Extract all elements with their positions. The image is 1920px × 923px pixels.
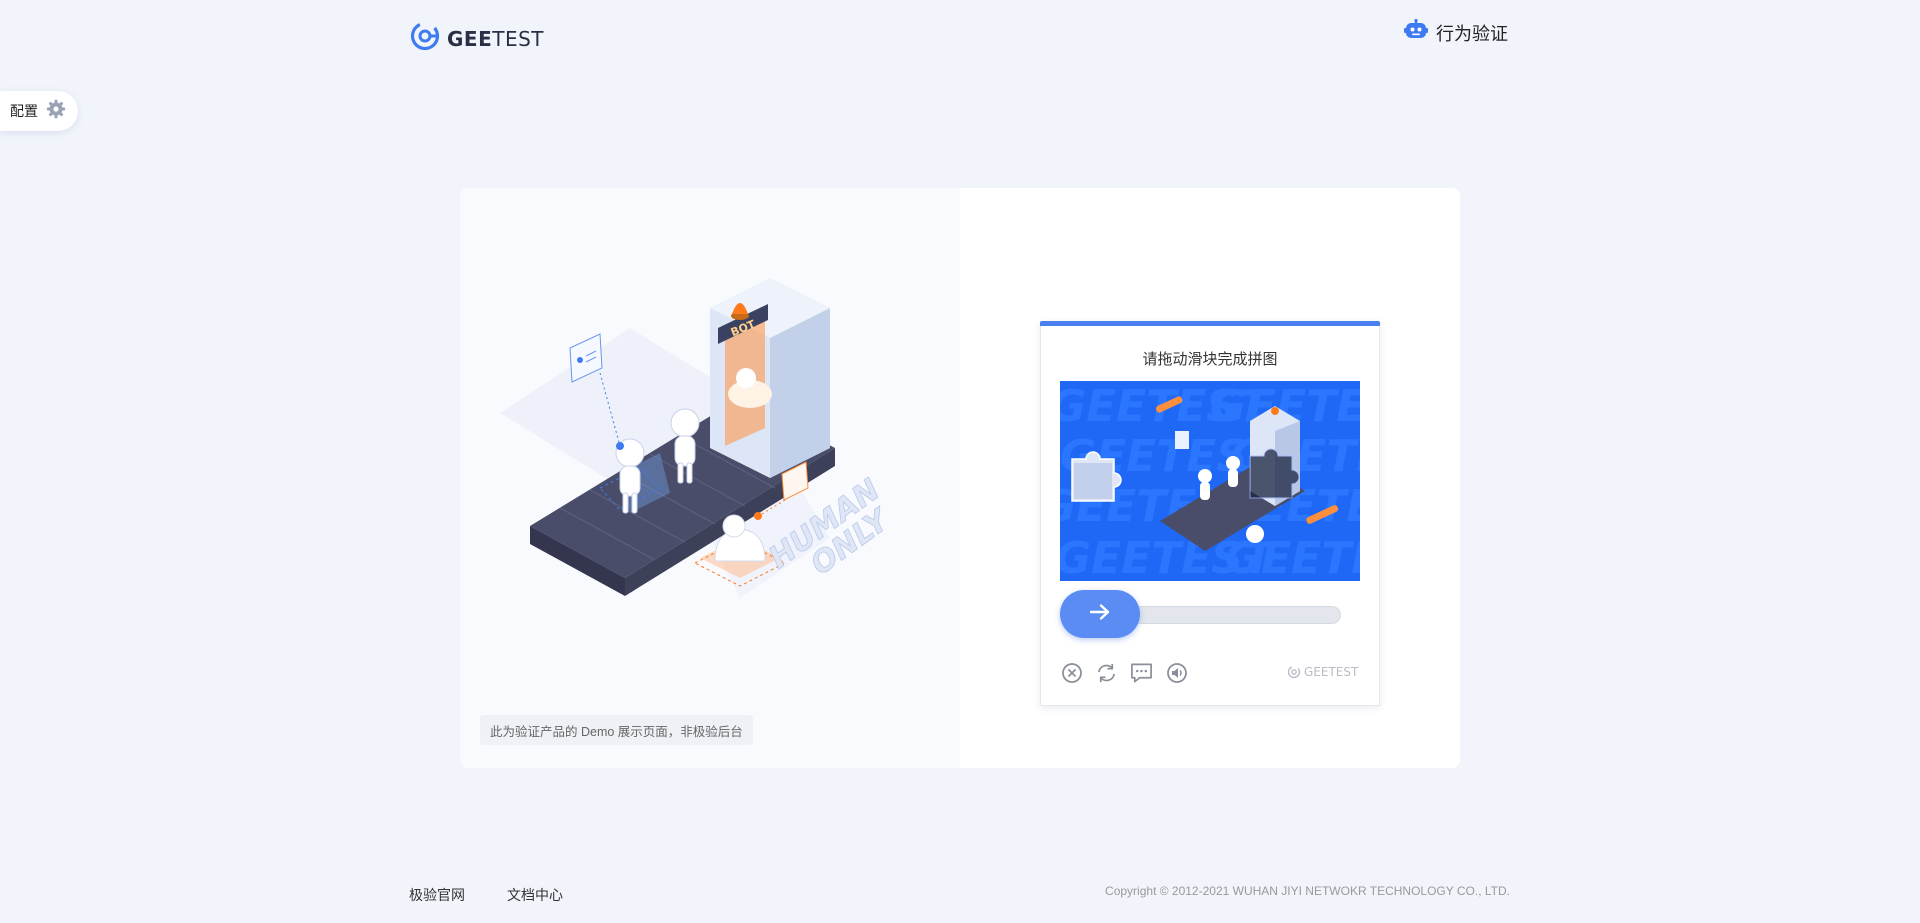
robot-icon [1404, 18, 1428, 47]
captcha-brand-text: GEETEST [1304, 665, 1359, 679]
demo-disclaimer: 此为验证产品的 Demo 展示页面，非极验后台 [480, 715, 753, 745]
behavior-verification-link[interactable]: 行为验证 [1404, 18, 1508, 47]
footer-links: 极验官网 文档中心 [409, 885, 563, 905]
captcha-toolbar [1060, 661, 1188, 684]
arrow-right-icon [1089, 603, 1111, 626]
config-label: 配置 [10, 103, 38, 119]
close-icon [1061, 662, 1082, 683]
captcha-accent-bar [1040, 321, 1380, 326]
geetest-logo[interactable]: GEETEST [409, 20, 544, 57]
gear-icon [46, 99, 66, 124]
refresh-icon [1097, 663, 1116, 682]
official-site-link[interactable]: 极验官网 [409, 885, 465, 905]
human-only-illustration: BOT HUMAN ONLY [500, 278, 898, 598]
audio-icon [1166, 662, 1187, 683]
feedback-icon [1131, 663, 1152, 682]
puzzle-image: GEETEST GEETEST GEETEST GEETEST GEETEST … [1060, 381, 1360, 581]
feedback-button[interactable] [1130, 661, 1153, 684]
slider-handle[interactable] [1060, 590, 1140, 638]
geetest-mini-logo-icon [1287, 665, 1301, 679]
refresh-button[interactable] [1095, 661, 1118, 684]
slide-captcha: 请拖动滑块完成拼图 GEETEST GEETEST GEETEST GEETES… [1040, 321, 1380, 706]
geetest-logo-text: GEETEST [447, 26, 545, 51]
config-button[interactable]: 配置 [0, 91, 78, 131]
illustration-panel: BOT HUMAN ONLY 此为验证产品的 Demo 展示页面，非极验后台 [460, 188, 960, 768]
docs-center-link[interactable]: 文档中心 [507, 885, 563, 905]
geetest-logo-icon [409, 20, 441, 57]
audio-button[interactable] [1165, 661, 1188, 684]
captcha-title: 请拖动滑块完成拼图 [1142, 351, 1278, 368]
close-button[interactable] [1060, 661, 1083, 684]
copyright-text: Copyright © 2012-2021 WUHAN JIYI NETWOKR… [1105, 884, 1510, 898]
captcha-brand: GEETEST [1287, 665, 1358, 679]
behavior-verification-label: 行为验证 [1436, 23, 1508, 44]
puzzle-watermark-text: GEETEST [1225, 533, 1360, 581]
